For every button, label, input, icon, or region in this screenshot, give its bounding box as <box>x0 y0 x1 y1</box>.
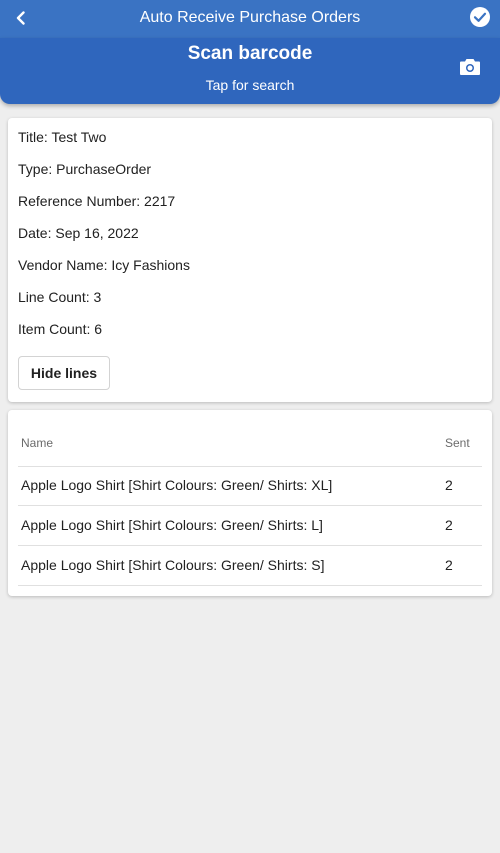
scan-barcode-button[interactable]: Scan barcode <box>0 42 500 66</box>
vendor-name: Vendor Name: Icy Fashions <box>18 257 190 273</box>
line-item-sent: 2 <box>445 557 453 573</box>
item-count: Item Count: 6 <box>18 321 103 337</box>
table-row[interactable]: Apple Logo Shirt [Shirt Colours: Green/ … <box>18 466 482 506</box>
order-type: Type: PurchaseOrder <box>18 161 152 177</box>
order-date: Date: Sep 16, 2022 <box>18 225 139 241</box>
line-item-sent: 2 <box>445 517 453 533</box>
camera-icon <box>460 59 480 75</box>
line-item-name: Apple Logo Shirt [Shirt Colours: Green/ … <box>21 557 325 573</box>
camera-button[interactable] <box>459 57 481 77</box>
page-title: Auto Receive Purchase Orders <box>139 9 361 26</box>
column-header-name: Name <box>21 436 54 450</box>
line-count: Line Count: 3 <box>18 289 102 305</box>
line-item-name: Apple Logo Shirt [Shirt Colours: Green/ … <box>21 477 333 493</box>
column-header-sent: Sent <box>445 436 470 450</box>
order-title: Title: Test Two <box>18 129 107 145</box>
line-item-sent: 2 <box>445 477 453 493</box>
app-header: Auto Receive Purchase Orders <box>0 0 500 38</box>
confirm-button[interactable] <box>470 7 490 27</box>
line-item-name: Apple Logo Shirt [Shirt Colours: Green/ … <box>21 517 323 533</box>
check-circle-icon <box>470 7 490 27</box>
order-details-card: Title: Test Two Type: PurchaseOrder Refe… <box>8 118 492 402</box>
tap-for-search-link[interactable]: Tap for search <box>0 76 500 94</box>
order-lines-card: Name Sent Apple Logo Shirt [Shirt Colour… <box>8 410 492 596</box>
scan-bar: Scan barcode Tap for search <box>0 38 500 104</box>
table-row[interactable]: Apple Logo Shirt [Shirt Colours: Green/ … <box>18 506 482 546</box>
reference-number: Reference Number: 2217 <box>18 193 176 209</box>
table-row[interactable]: Apple Logo Shirt [Shirt Colours: Green/ … <box>18 546 482 586</box>
table-header: Name Sent <box>18 424 482 467</box>
hide-lines-button[interactable]: Hide lines <box>18 356 110 390</box>
